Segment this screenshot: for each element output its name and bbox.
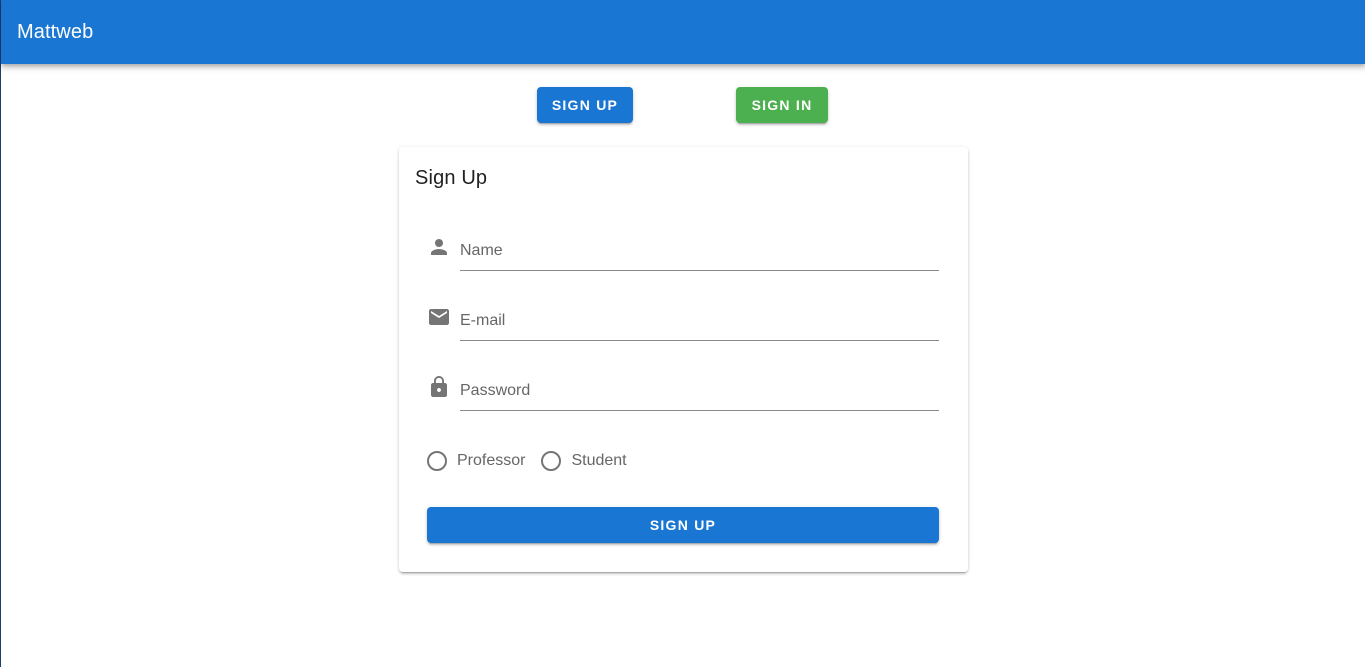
person-icon — [427, 235, 451, 259]
sign-up-tab-button[interactable]: SIGN UP — [537, 87, 633, 123]
sign-in-tab-button[interactable]: SIGN IN — [736, 87, 828, 123]
radio-label-student: Student — [571, 452, 627, 469]
radio-student[interactable]: Student — [541, 451, 627, 471]
sign-up-card: Sign Up Professor — [399, 147, 968, 572]
radio-unchecked-icon[interactable] — [427, 451, 447, 471]
name-field — [427, 227, 939, 271]
password-field — [427, 367, 939, 411]
lock-icon — [427, 375, 451, 399]
password-input[interactable] — [460, 367, 939, 411]
radio-professor[interactable]: Professor — [427, 451, 525, 471]
sign-up-submit-button[interactable]: SIGN UP — [427, 507, 939, 543]
card-title: Sign Up — [415, 167, 488, 189]
email-field — [427, 297, 939, 341]
email-input[interactable] — [460, 297, 939, 341]
radio-label-professor: Professor — [457, 452, 526, 469]
email-icon — [427, 305, 451, 329]
role-radio-group: Professor Student — [427, 449, 643, 473]
radio-unchecked-icon[interactable] — [541, 451, 562, 471]
name-input[interactable] — [460, 227, 939, 271]
app-title: Mattweb — [17, 20, 94, 43]
page: Mattweb SIGN UP SIGN IN Sign Up Name E-m… — [0, 0, 1365, 667]
app-bar: Mattweb — [1, 0, 1365, 64]
